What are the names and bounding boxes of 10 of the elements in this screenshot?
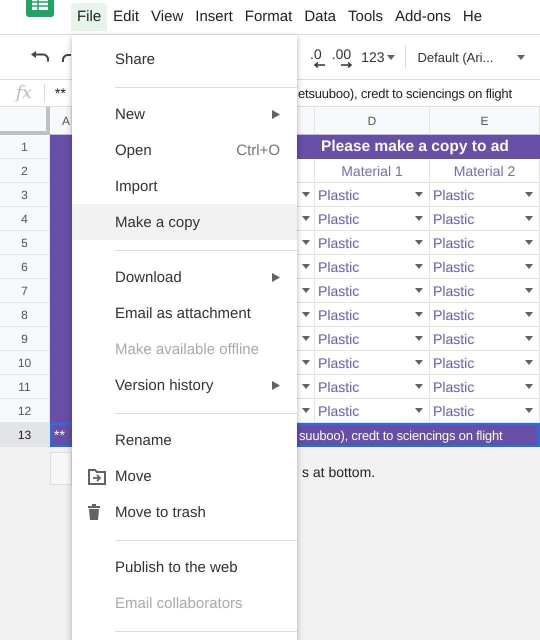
column-title: Material 2 bbox=[430, 159, 540, 183]
banner-title: Please make a copy to ad bbox=[297, 135, 540, 159]
formula-text: etsuuboo), credt to sciencings on flight bbox=[298, 86, 512, 100]
formula-text: ** bbox=[54, 85, 66, 101]
table-cell: suuboo), credt to sciencings on flight bbox=[299, 428, 502, 442]
formula-label: fx bbox=[16, 83, 32, 103]
column-title: Material 1 bbox=[315, 159, 430, 183]
note-text: s at bottom. bbox=[302, 464, 376, 480]
shortcut-label: Ctrl+O bbox=[236, 142, 280, 158]
table-cell-text: ** bbox=[54, 427, 66, 443]
